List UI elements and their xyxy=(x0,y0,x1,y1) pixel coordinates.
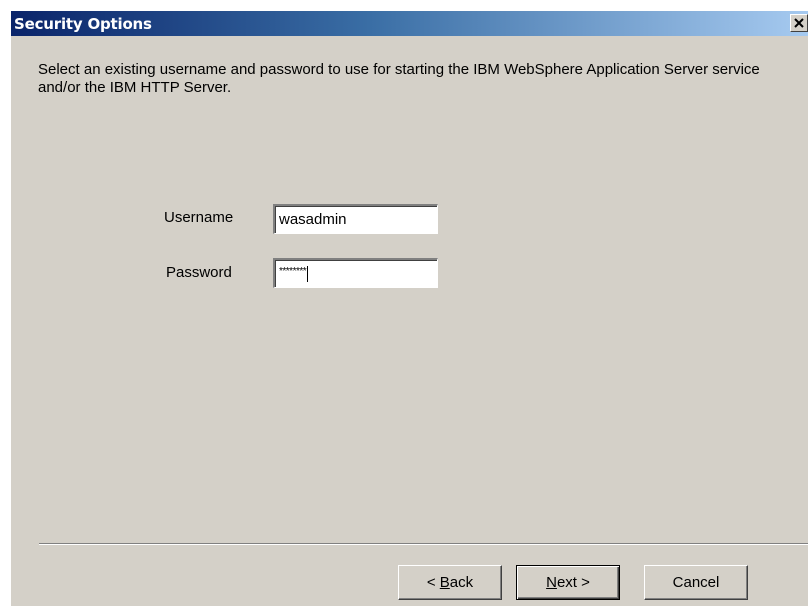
back-button[interactable]: < Back xyxy=(398,565,502,600)
next-label: ext > xyxy=(556,574,590,591)
title-bar[interactable]: Security Options xyxy=(11,11,808,36)
username-field[interactable]: wasadmin xyxy=(273,204,438,234)
password-field[interactable]: ******** xyxy=(273,258,438,288)
cancel-label: Cancel xyxy=(672,574,720,591)
text-caret xyxy=(307,266,309,282)
password-value: ******** xyxy=(279,266,307,277)
next-button[interactable]: Next > xyxy=(516,565,620,600)
window-title: Security Options xyxy=(14,15,152,33)
next-mnemonic: N xyxy=(546,574,557,591)
username-label: Username xyxy=(164,209,234,226)
back-label: ack xyxy=(449,574,474,591)
username-value: wasadmin xyxy=(279,211,347,228)
close-icon xyxy=(794,18,804,28)
password-label: Password xyxy=(166,264,232,281)
close-button[interactable] xyxy=(790,14,808,32)
security-options-dialog: Security Options Select an existing user… xyxy=(10,10,808,606)
instructions-text: Select an existing username and password… xyxy=(38,61,760,96)
cancel-button[interactable]: Cancel xyxy=(644,565,748,600)
button-separator xyxy=(39,543,808,545)
back-mnemonic: B xyxy=(439,574,450,591)
back-prefix: < xyxy=(426,574,440,591)
